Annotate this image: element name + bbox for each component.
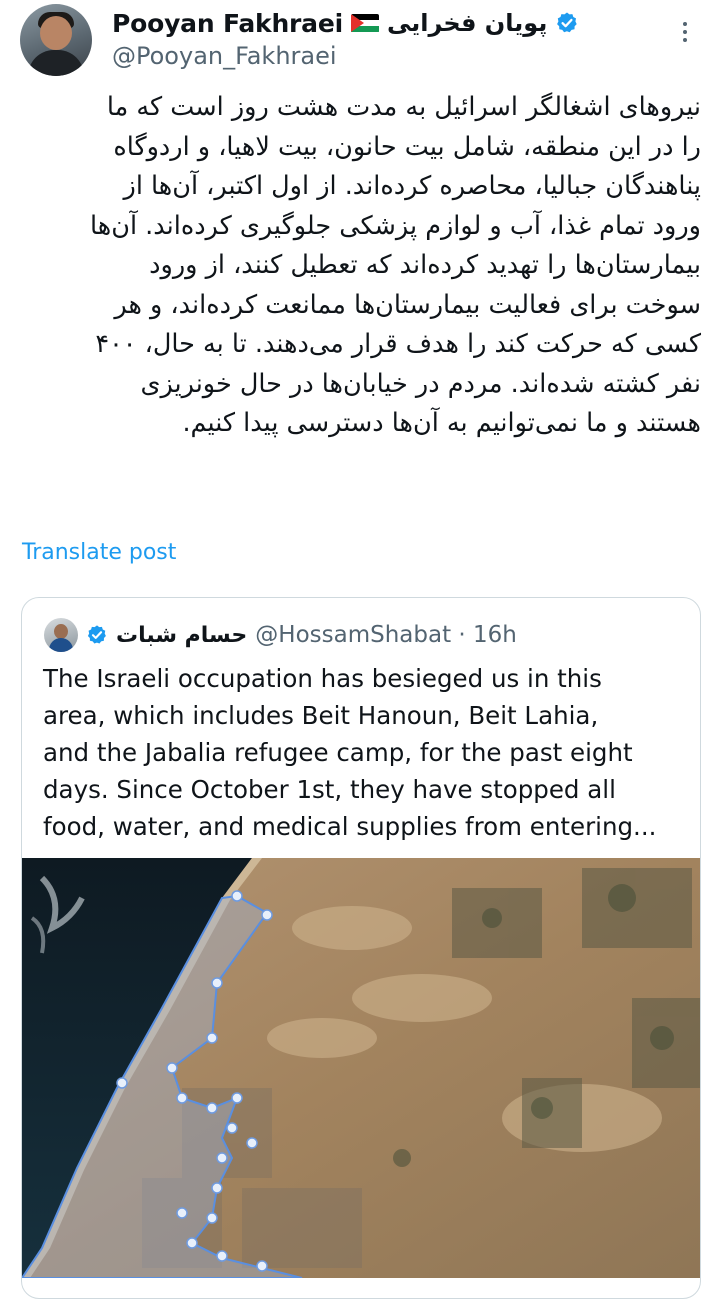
post-text-line: هستند و ما نمی‌توانیم به آن‌ها دسترسی پی… xyxy=(182,408,701,438)
quoted-text-line: food, water, and medical supplies from e… xyxy=(43,812,657,841)
quoted-text-line: area, which includes Beit Hanoun, Beit L… xyxy=(43,701,599,730)
post-text-line: نیروهای اشغالگر اسرائیل به مدت هشت روز ا… xyxy=(106,92,701,122)
post-text-line: سوخت برای فعالیت بیمارستان‌ها ممانعت کرد… xyxy=(114,289,701,320)
verified-badge-icon xyxy=(87,625,106,644)
post-text-line: بیمارستان‌ها را تهدید کرده‌اند که تعطیل … xyxy=(149,250,701,280)
author-avatar[interactable] xyxy=(20,4,92,76)
quoted-author-name[interactable]: حسام شبات xyxy=(116,623,247,648)
quoted-post-header: حسام شبات @HossamShabat · 16h xyxy=(44,618,517,652)
post-text-line: را در این منطقه، شامل بیت حانون، بیت لاه… xyxy=(113,131,701,162)
palestine-flag-icon xyxy=(350,13,379,33)
post-header: Pooyan Fakhraei پویان فخرایی @Pooyan_Fak… xyxy=(0,0,721,90)
post-text: نیروهای اشغالگر اسرائیل به مدت هشت روز ا… xyxy=(20,88,701,444)
more-options-icon[interactable] xyxy=(674,20,696,44)
post-text-line: پناهندگان جبالیا، محاصره کرده‌اند. از او… xyxy=(123,171,702,201)
satellite-map-image[interactable] xyxy=(22,858,700,1278)
author-display-name[interactable]: Pooyan Fakhraei xyxy=(112,9,343,38)
verified-badge-icon xyxy=(557,12,578,33)
quoted-text-line: days. Since October 1st, they have stopp… xyxy=(43,775,616,804)
quoted-text-line: and the Jabalia refugee camp, for the pa… xyxy=(43,738,633,767)
post-text-line: ورود تمام غذا، آب و لوازم پزشکی جلوگیری … xyxy=(90,210,701,241)
quoted-text-line: The Israeli occupation has besieged us i… xyxy=(43,664,602,693)
author-persian-name[interactable]: پویان فخرایی xyxy=(387,9,547,37)
post-text-line: نفر کشته شده‌اند. مردم در خیابان‌ها در ح… xyxy=(140,368,702,399)
translate-post-link[interactable]: Translate post xyxy=(22,540,176,565)
quoted-author-handle-time[interactable]: @HossamShabat · 16h xyxy=(255,622,517,648)
author-name-row: Pooyan Fakhraei پویان فخرایی xyxy=(112,8,579,38)
post-text-line: کسی که حرکت کند را هدف قرار می‌دهند. تا … xyxy=(95,329,701,359)
quoted-author-avatar[interactable] xyxy=(44,618,78,652)
quoted-post-text: The Israeli occupation has besieged us i… xyxy=(43,660,683,845)
author-handle[interactable]: @Pooyan_Fakhraei xyxy=(112,42,337,70)
quoted-post[interactable]: حسام شبات @HossamShabat · 16h The Israel… xyxy=(21,597,701,1299)
